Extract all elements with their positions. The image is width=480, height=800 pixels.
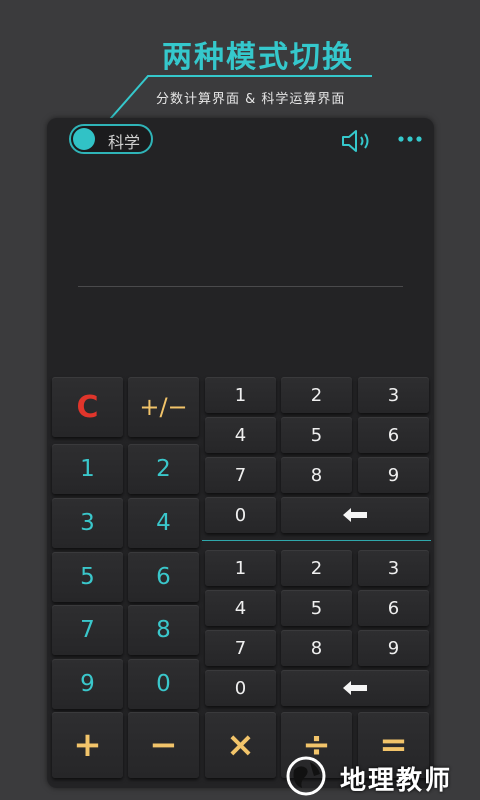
numerator-5-button[interactable]: 5 <box>281 417 352 453</box>
denominator-2-button[interactable]: 2 <box>281 550 352 586</box>
digit-1-button[interactable]: 1 <box>52 444 123 494</box>
clear-button[interactable]: C <box>52 377 123 437</box>
digit-2-button[interactable]: 2 <box>128 444 199 494</box>
toggle-knob <box>73 128 95 150</box>
numerator-0-button[interactable]: 0 <box>205 497 276 533</box>
denominator-3-button[interactable]: 3 <box>358 550 429 586</box>
times-button[interactable]: × <box>205 712 276 778</box>
backspace-arrow-icon <box>343 508 367 522</box>
mode-toggle[interactable]: 科学 <box>69 124 153 154</box>
digit-0-button[interactable]: 0 <box>128 659 199 709</box>
numerator-8-button[interactable]: 8 <box>281 457 352 493</box>
numerator-9-button[interactable]: 9 <box>358 457 429 493</box>
plus-button[interactable]: + <box>52 712 123 778</box>
mode-toggle-label: 科学 <box>108 133 141 152</box>
numerator-4-button[interactable]: 4 <box>205 417 276 453</box>
watermark-text: 地理教师 <box>340 766 453 796</box>
sign-toggle-button[interactable]: +/− <box>128 377 199 437</box>
denominator-8-button[interactable]: 8 <box>281 630 352 666</box>
digit-7-button[interactable]: 7 <box>52 605 123 655</box>
speaker-icon[interactable] <box>340 128 374 154</box>
digit-3-button[interactable]: 3 <box>52 498 123 548</box>
watermark-globe-logo <box>286 756 326 796</box>
minus-button[interactable]: − <box>128 712 199 778</box>
denominator-7-button[interactable]: 7 <box>205 630 276 666</box>
denominator-1-button[interactable]: 1 <box>205 550 276 586</box>
numerator-backspace-button[interactable] <box>281 497 429 533</box>
numerator-6-button[interactable]: 6 <box>358 417 429 453</box>
display-divider <box>78 286 403 287</box>
denominator-9-button[interactable]: 9 <box>358 630 429 666</box>
numerator-1-button[interactable]: 1 <box>205 377 276 413</box>
denominator-5-button[interactable]: 5 <box>281 590 352 626</box>
fraction-bar <box>202 540 431 541</box>
digit-8-button[interactable]: 8 <box>128 605 199 655</box>
more-dots-icon[interactable] <box>397 132 425 146</box>
digit-6-button[interactable]: 6 <box>128 552 199 602</box>
calculator-panel: 科学 C +/− 1 2 3 4 5 6 7 8 9 0 1 2 3 4 5 6… <box>47 118 434 788</box>
numerator-7-button[interactable]: 7 <box>205 457 276 493</box>
digit-9-button[interactable]: 9 <box>52 659 123 709</box>
numerator-2-button[interactable]: 2 <box>281 377 352 413</box>
digit-5-button[interactable]: 5 <box>52 552 123 602</box>
digit-4-button[interactable]: 4 <box>128 498 199 548</box>
backspace-arrow-icon <box>343 681 367 695</box>
numerator-3-button[interactable]: 3 <box>358 377 429 413</box>
denominator-backspace-button[interactable] <box>281 670 429 706</box>
subline: 分数计算界面 & 科学运算界面 <box>156 92 346 107</box>
denominator-0-button[interactable]: 0 <box>205 670 276 706</box>
denominator-6-button[interactable]: 6 <box>358 590 429 626</box>
denominator-4-button[interactable]: 4 <box>205 590 276 626</box>
headline: 两种模式切换 <box>162 40 354 75</box>
